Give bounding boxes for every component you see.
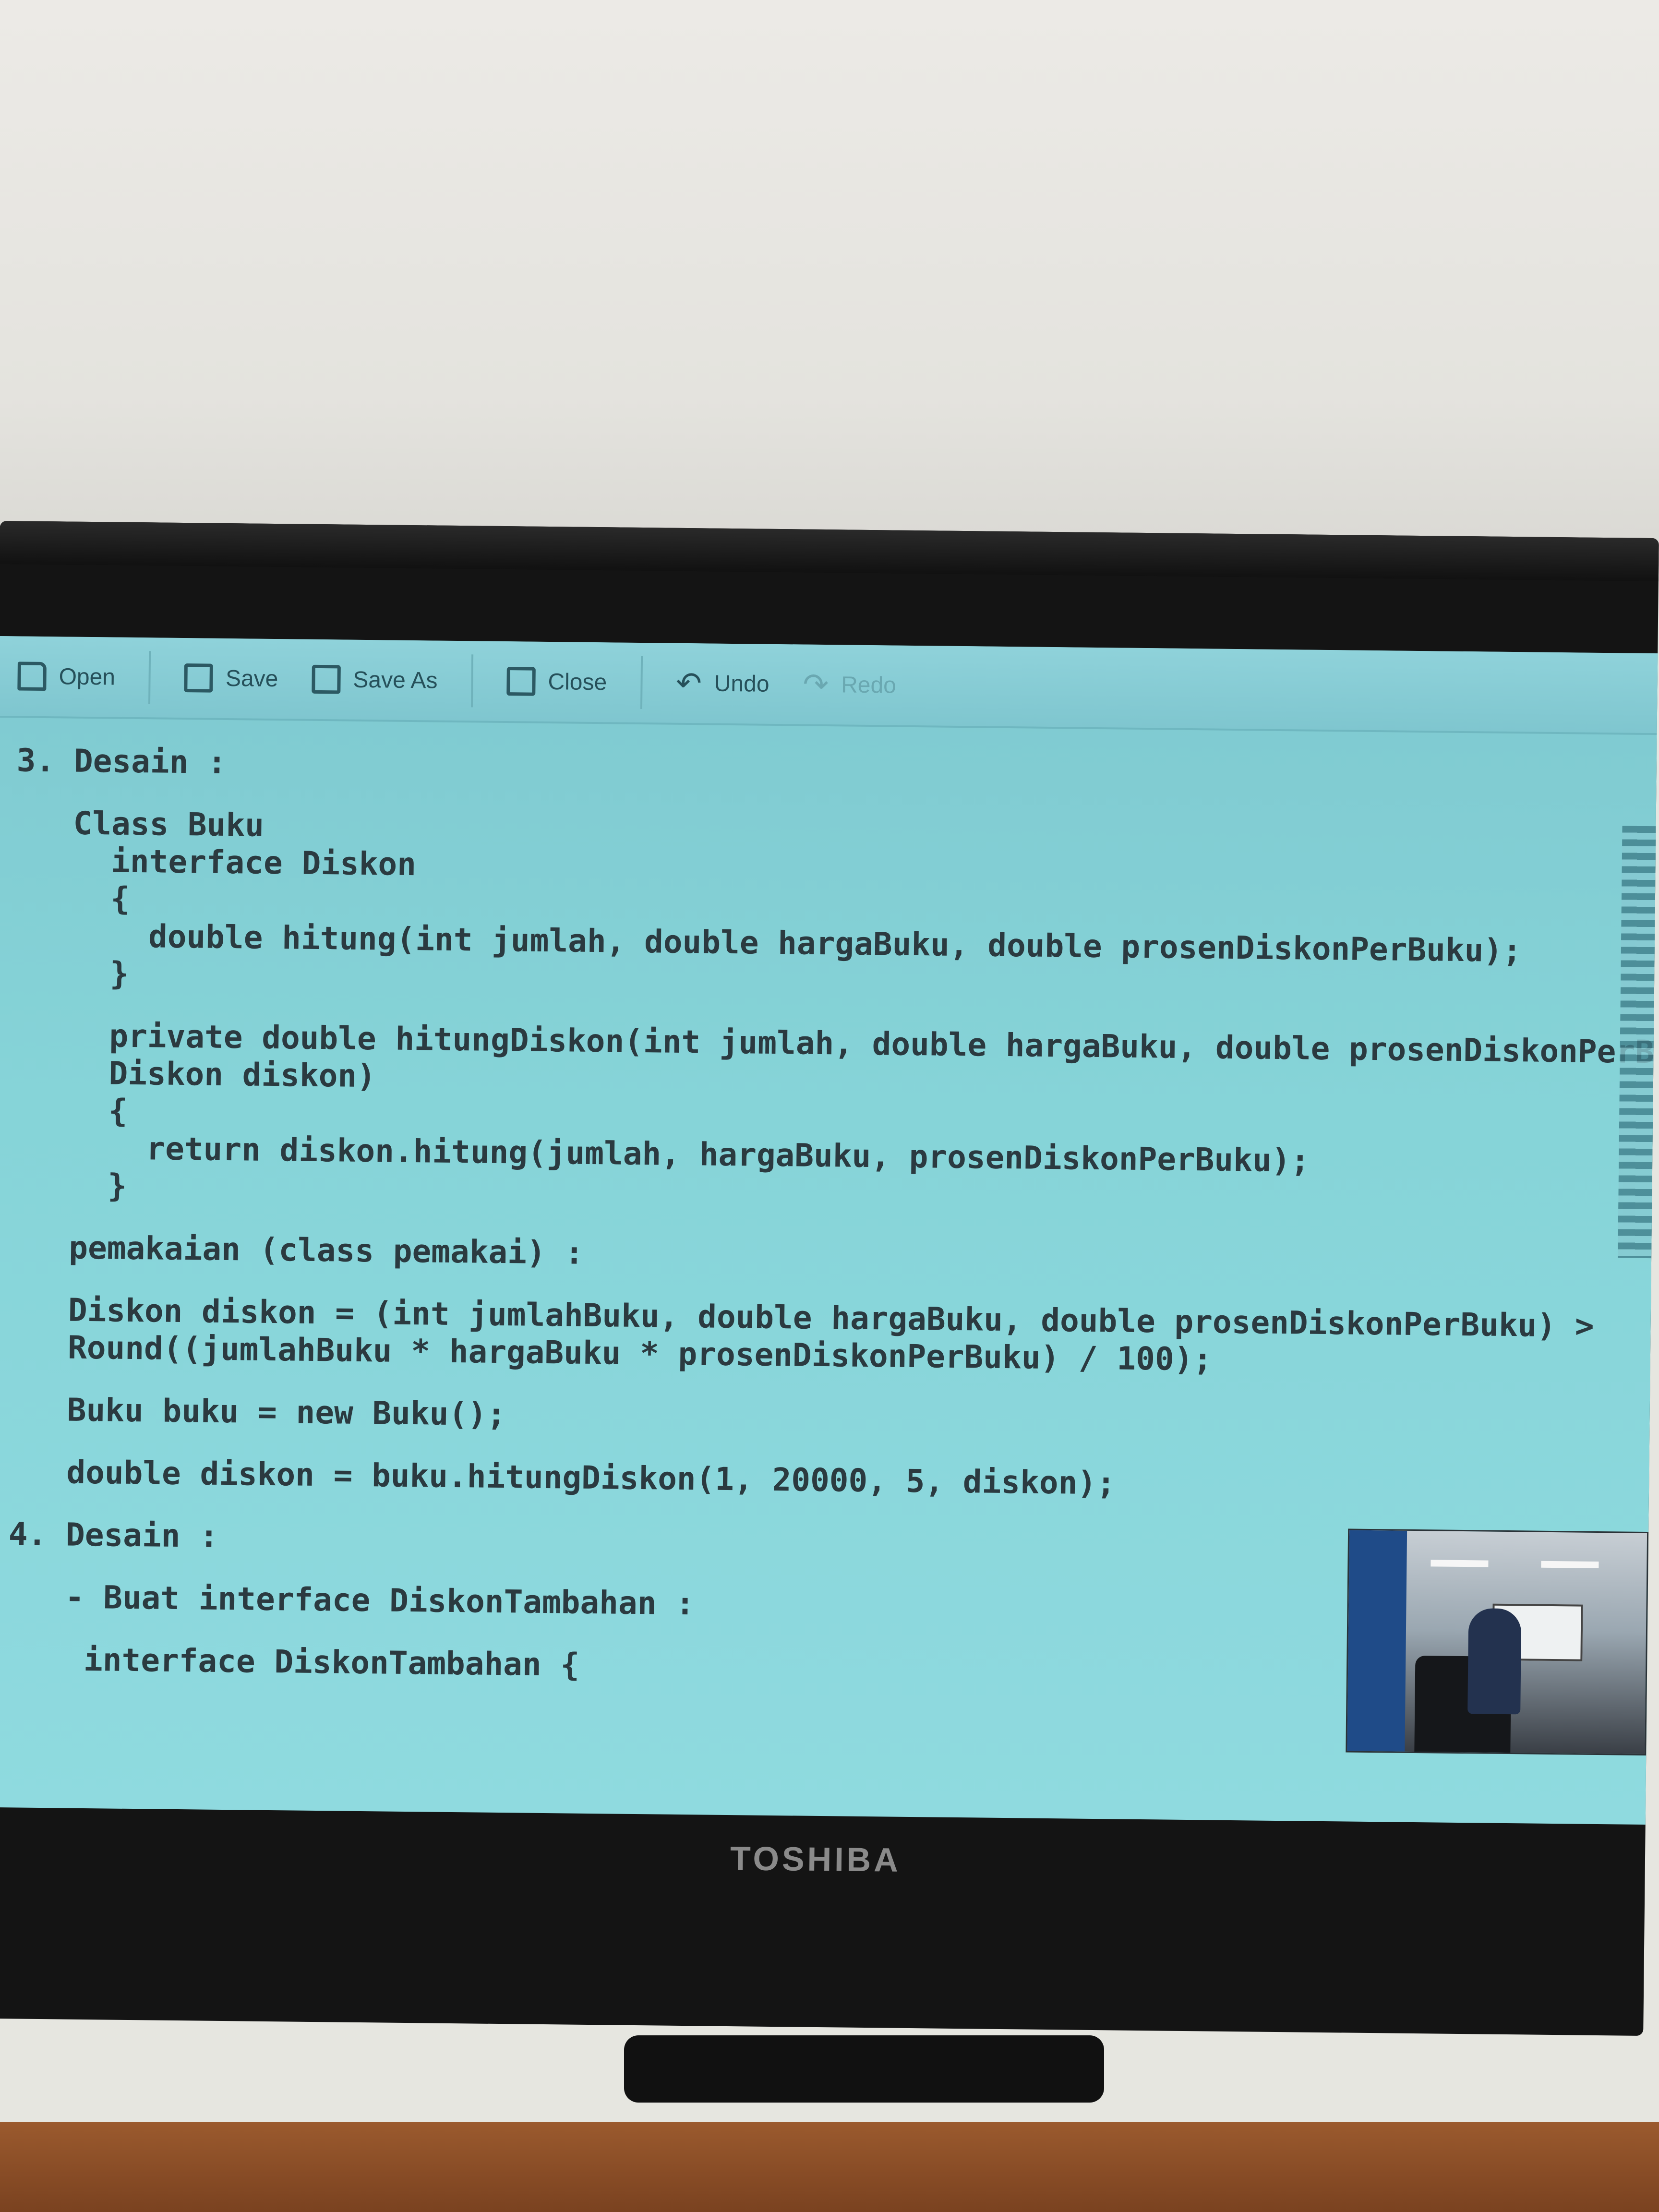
open-button[interactable]: Open <box>17 661 115 691</box>
close-label: Close <box>548 669 607 695</box>
save-as-button[interactable]: Save As <box>312 664 438 695</box>
redo-button[interactable]: ↷ Redo <box>803 667 897 702</box>
webcam-ceiling-light <box>1541 1561 1599 1568</box>
close-doc-icon <box>506 667 536 696</box>
desk-surface <box>0 2122 1659 2212</box>
monitor-brand-logo: TOSHIBA <box>730 1839 902 1879</box>
undo-label: Undo <box>714 671 769 697</box>
save-as-label: Save As <box>353 667 438 694</box>
editor-toolbar: Open Save Save As Close ↶ Undo ↷ Redo <box>0 636 1658 735</box>
undo-icon: ↶ <box>675 665 702 701</box>
save-as-icon <box>312 664 341 694</box>
redo-icon: ↷ <box>803 667 829 702</box>
close-button[interactable]: Close <box>506 667 607 697</box>
wall-background <box>0 0 1659 566</box>
monitor-stand <box>624 2035 1104 2103</box>
toolbar-separator <box>148 651 151 704</box>
undo-button[interactable]: ↶ Undo <box>675 665 769 701</box>
monitor-screen: Open Save Save As Close ↶ Undo ↷ Redo 3.… <box>0 636 1658 1825</box>
toolbar-separator <box>640 656 643 709</box>
save-button[interactable]: Save <box>184 663 278 693</box>
save-label: Save <box>225 665 278 692</box>
toolbar-separator <box>470 654 474 708</box>
webcam-thumbnail <box>1346 1528 1649 1756</box>
folder-icon <box>17 661 47 691</box>
webcam-wall-panel <box>1347 1530 1407 1752</box>
monitor-bezel: Open Save Save As Close ↶ Undo ↷ Redo 3.… <box>0 521 1659 2036</box>
redo-label: Redo <box>841 672 897 698</box>
webcam-person <box>1467 1608 1522 1715</box>
minimap-scrollbar[interactable] <box>1618 826 1656 1259</box>
webcam-ceiling-light <box>1431 1560 1489 1567</box>
save-icon <box>184 663 214 693</box>
open-label: Open <box>59 663 116 690</box>
